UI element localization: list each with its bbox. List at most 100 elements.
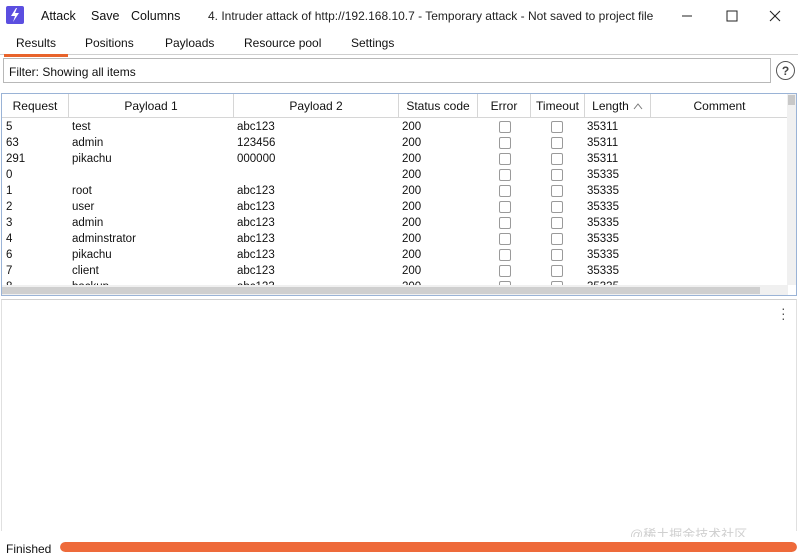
column-header-request[interactable]: Request [2, 94, 69, 118]
tab-settings[interactable]: Settings [351, 36, 394, 54]
cell-request: 6 [6, 249, 13, 261]
timeout-checkbox[interactable] [551, 137, 563, 149]
cell-request: 63 [6, 137, 19, 149]
cell-status-code: 200 [402, 137, 422, 149]
cell-status-code: 200 [402, 217, 422, 229]
cell-request: 2 [6, 201, 13, 213]
cell-payload-2: 000000 [237, 153, 276, 165]
cell-length: 35311 [587, 121, 619, 133]
tab-positions[interactable]: Positions [85, 36, 134, 54]
title-bar: Attack Save Columns 4. Intruder attack o… [0, 0, 798, 33]
cell-payload-2: 123456 [237, 137, 276, 149]
tab-payloads[interactable]: Payloads [165, 36, 214, 54]
timeout-checkbox[interactable] [551, 249, 563, 261]
table-body: 5 test abc123 200 35311 63 admin 123456 200 35311… [2, 119, 788, 285]
cell-payload-2: abc123 [237, 249, 275, 261]
cell-length: 35335 [587, 169, 619, 181]
vertical-scroll-thumb[interactable] [788, 95, 795, 105]
burp-lightning-icon [6, 6, 24, 24]
error-checkbox[interactable] [499, 137, 511, 149]
column-header-status-code[interactable]: Status code [399, 94, 478, 118]
error-checkbox[interactable] [499, 265, 511, 277]
cell-payload-1: test [72, 121, 91, 133]
minimize-button[interactable] [664, 0, 710, 32]
error-checkbox[interactable] [499, 217, 511, 229]
tab-results[interactable]: Results [4, 36, 69, 57]
column-header-error[interactable]: Error [478, 94, 531, 118]
cell-status-code: 200 [402, 201, 422, 213]
timeout-checkbox[interactable] [551, 201, 563, 213]
table-row[interactable]: 2 user abc123 200 35335 [2, 199, 788, 215]
table-row[interactable]: 63 admin 123456 200 35311 [2, 135, 788, 151]
cell-payload-1: adminstrator [72, 233, 136, 245]
cell-payload-2: abc123 [237, 201, 275, 213]
cell-status-code: 200 [402, 249, 422, 261]
menu-save[interactable]: Save [91, 9, 120, 23]
timeout-checkbox[interactable] [551, 185, 563, 197]
cell-request: 1 [6, 185, 13, 197]
maximize-button[interactable] [709, 0, 755, 32]
timeout-checkbox[interactable] [551, 233, 563, 245]
cell-payload-1: pikachu [72, 153, 112, 165]
vertical-scrollbar[interactable] [787, 94, 796, 285]
cell-payload-2: abc123 [237, 233, 275, 245]
cell-payload-1: user [72, 201, 95, 213]
table-row[interactable]: 4 adminstrator abc123 200 35335 [2, 231, 788, 247]
horizontal-scrollbar[interactable] [2, 285, 788, 295]
menu-attack[interactable]: Attack [41, 9, 76, 23]
detail-pane: · · · [1, 299, 797, 531]
sort-ascending-icon [633, 103, 643, 110]
status-text: Finished [6, 542, 52, 556]
cell-request: 3 [6, 217, 13, 229]
table-row[interactable]: 7 client abc123 200 35335 [2, 263, 788, 279]
column-header-payload-1[interactable]: Payload 1 [69, 94, 234, 118]
table-row[interactable]: 291 pikachu 000000 200 35311 [2, 151, 788, 167]
close-button[interactable] [752, 0, 798, 32]
menu-columns[interactable]: Columns [131, 9, 180, 23]
tab-resource-pool[interactable]: Resource pool [244, 36, 321, 54]
error-checkbox[interactable] [499, 249, 511, 261]
column-header-comment[interactable]: Comment [651, 94, 788, 118]
cell-status-code: 200 [402, 169, 422, 181]
tab-bar: Results Positions Payloads Resource pool… [0, 33, 798, 57]
timeout-checkbox[interactable] [551, 217, 563, 229]
progress-bar [60, 542, 797, 552]
cell-request: 4 [6, 233, 13, 245]
error-checkbox[interactable] [499, 121, 511, 133]
cell-payload-2: abc123 [237, 217, 275, 229]
cell-status-code: 200 [402, 265, 422, 277]
timeout-checkbox[interactable] [551, 153, 563, 165]
cell-length: 35335 [587, 185, 619, 197]
column-header-timeout[interactable]: Timeout [531, 94, 585, 118]
column-header-length[interactable]: Length [585, 94, 651, 118]
timeout-checkbox[interactable] [551, 169, 563, 181]
table-row[interactable]: 5 test abc123 200 35311 [2, 119, 788, 135]
table-row[interactable]: 0 200 35335 [2, 167, 788, 183]
help-button[interactable]: ? [776, 61, 795, 80]
horizontal-scroll-thumb[interactable] [2, 287, 760, 294]
timeout-checkbox[interactable] [551, 265, 563, 277]
cell-status-code: 200 [402, 153, 422, 165]
table-row[interactable]: 6 pikachu abc123 200 35335 [2, 247, 788, 263]
cell-status-code: 200 [402, 185, 422, 197]
column-header-payload-2[interactable]: Payload 2 [234, 94, 399, 118]
cell-length: 35335 [587, 249, 619, 261]
maximize-icon [726, 10, 738, 22]
error-checkbox[interactable] [499, 233, 511, 245]
cell-request: 291 [6, 153, 26, 165]
table-row[interactable]: 3 admin abc123 200 35335 [2, 215, 788, 231]
error-checkbox[interactable] [499, 169, 511, 181]
status-bar: Finished [0, 537, 798, 559]
table-row[interactable]: 1 root abc123 200 35335 [2, 183, 788, 199]
help-icon: ? [781, 63, 790, 78]
timeout-checkbox[interactable] [551, 121, 563, 133]
error-checkbox[interactable] [499, 201, 511, 213]
cell-request: 5 [6, 121, 13, 133]
filter-bar[interactable]: Filter: Showing all items [3, 58, 771, 83]
close-icon [769, 10, 781, 22]
error-checkbox[interactable] [499, 185, 511, 197]
more-options-icon[interactable]: · · · [781, 301, 786, 325]
error-checkbox[interactable] [499, 153, 511, 165]
minimize-icon [682, 15, 692, 17]
cell-payload-1: client [72, 265, 99, 277]
